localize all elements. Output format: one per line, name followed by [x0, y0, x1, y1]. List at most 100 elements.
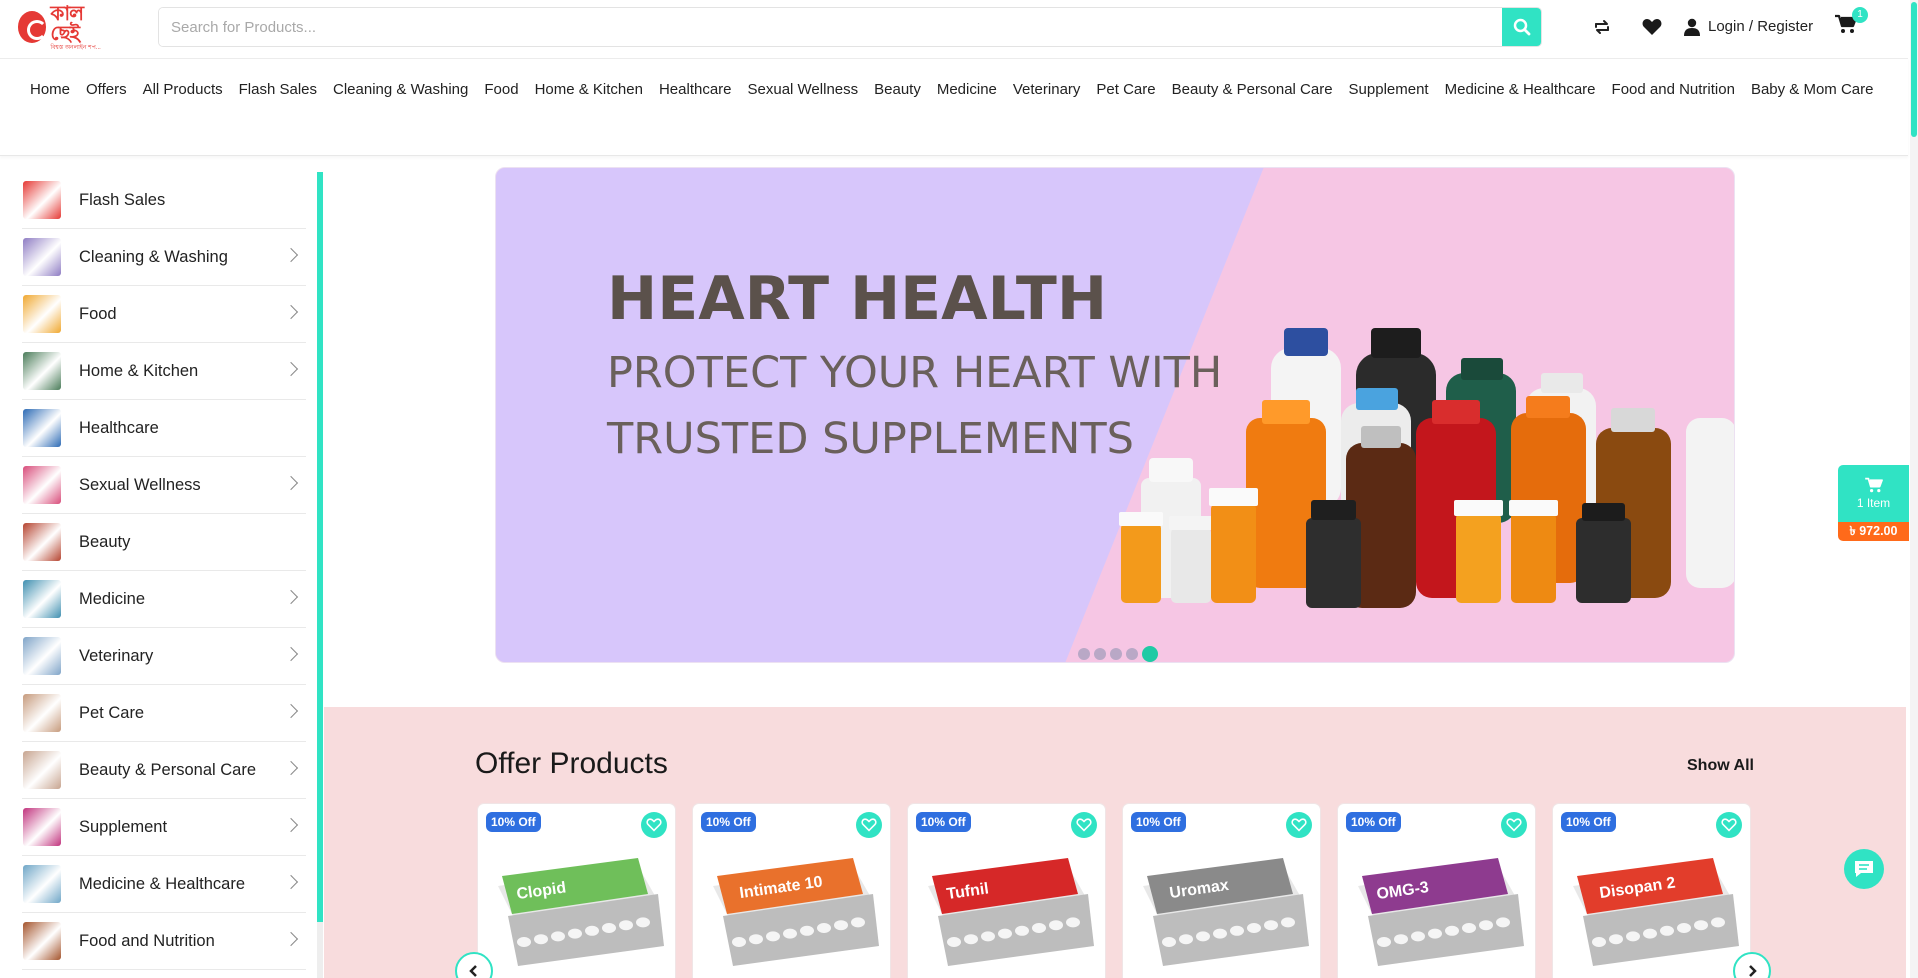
product-card[interactable]: Uromax 10% Off — [1122, 803, 1321, 978]
chevron-right-icon — [283, 247, 299, 263]
header-actions: Login / Register 1 — [1590, 7, 1869, 39]
chevron-right-icon — [283, 361, 299, 377]
login-register-label: Login / Register — [1708, 18, 1814, 35]
hero-banner[interactable]: HEART HEALTH PROTECT YOUR HEART WITH TRU… — [495, 167, 1735, 663]
site-logo[interactable]: কাল ছেই বিশ্বস্ত অনলাইন শপ... — [18, 3, 110, 51]
nav-item-all-products[interactable]: All Products — [135, 69, 231, 111]
sidebar-item-label: Beauty & Personal Care — [79, 760, 257, 779]
nav-item-food[interactable]: Food — [476, 69, 526, 111]
nav-item-offers[interactable]: Offers — [78, 69, 135, 111]
sidebar-item-label: Home & Kitchen — [79, 361, 199, 380]
sidebar-item-beauty[interactable]: Beauty — [22, 514, 306, 571]
sidebar-item-healthcare[interactable]: Healthcare — [22, 400, 306, 457]
banner-slide-dots — [1078, 646, 1158, 662]
sidebar-item-pet-care[interactable]: Pet Care — [22, 685, 306, 742]
nav-item-home[interactable]: Home — [22, 69, 78, 111]
category-thumbnail-image — [23, 352, 61, 390]
floating-cart-items: 1 Item — [1856, 496, 1891, 510]
add-to-wishlist-button[interactable] — [1501, 812, 1527, 838]
chat-button[interactable] — [1844, 849, 1884, 889]
wishlist-heart-icon[interactable] — [1640, 15, 1664, 39]
cart-count-badge: 1 — [1852, 7, 1869, 23]
sidebar-item-label: Veterinary — [79, 646, 154, 665]
heart-outline-icon — [1291, 818, 1307, 832]
nav-item-beauty[interactable]: Beauty — [866, 69, 929, 111]
add-to-wishlist-button[interactable] — [641, 812, 667, 838]
compare-icon[interactable] — [1590, 15, 1614, 39]
sidebar-item-label: Cleaning & Washing — [79, 247, 228, 266]
product-card[interactable]: Intimate 10 10% Off — [692, 803, 891, 978]
nav-item-home-and-kitchen[interactable]: Home & Kitchen — [527, 69, 651, 111]
category-thumbnail-image — [23, 523, 61, 561]
login-register-link[interactable]: Login / Register — [1684, 18, 1813, 36]
sidebar-item-cleaning-and-washing[interactable]: Cleaning & Washing — [22, 229, 306, 286]
product-card[interactable]: OMG-3 10% Off — [1337, 803, 1536, 978]
carousel-next-button[interactable] — [1733, 952, 1771, 978]
search-button[interactable] — [1502, 8, 1541, 46]
sidebar-item-sexual-wellness[interactable]: Sexual Wellness — [22, 457, 306, 514]
page-scrollbar[interactable] — [1910, 0, 1918, 978]
nav-item-healthcare[interactable]: Healthcare — [651, 69, 740, 111]
sidebar-scrollbar[interactable] — [317, 172, 323, 978]
sidebar-item-home-and-kitchen[interactable]: Home & Kitchen — [22, 343, 306, 400]
product-image: OMG-3 — [1358, 858, 1524, 966]
banner-title: HEART HEALTH — [607, 264, 1108, 334]
sidebar-item-beauty-and-personal-care[interactable]: Beauty & Personal Care — [22, 742, 306, 799]
nav-item-beauty-and-personal-care[interactable]: Beauty & Personal Care — [1164, 69, 1341, 111]
product-image: Uromax — [1143, 858, 1309, 966]
heart-outline-icon — [1506, 818, 1522, 832]
nav-item-flash-sales[interactable]: Flash Sales — [231, 69, 325, 111]
nav-item-medicine[interactable]: Medicine — [929, 69, 1005, 111]
sidebar-item-veterinary[interactable]: Veterinary — [22, 628, 306, 685]
search-icon — [1513, 18, 1530, 36]
chevron-left-icon — [469, 965, 477, 977]
category-thumbnail-image — [23, 466, 61, 504]
sidebar-item-medicine-and-healthcare[interactable]: Medicine & Healthcare — [22, 856, 306, 913]
heart-outline-icon — [861, 818, 877, 832]
nav-item-medicine-and-healthcare[interactable]: Medicine & Healthcare — [1437, 69, 1604, 111]
nav-item-sexual-wellness[interactable]: Sexual Wellness — [740, 69, 867, 111]
top-header: কাল ছেই বিশ্বস্ত অনলাইন শপ... Login / Re… — [0, 0, 1918, 58]
product-card[interactable]: Disopan 2 10% Off — [1552, 803, 1751, 978]
sidebar-item-label: Beauty — [79, 532, 131, 551]
banner-dot[interactable] — [1094, 648, 1106, 660]
discount-badge: 10% Off — [1346, 812, 1401, 832]
header-cart-button[interactable]: 1 — [1835, 7, 1869, 39]
banner-dot[interactable] — [1078, 648, 1090, 660]
sidebar-item-medicine[interactable]: Medicine — [22, 571, 306, 628]
product-card[interactable]: Tufnil 10% Off — [907, 803, 1106, 978]
sidebar-item-food[interactable]: Food — [22, 286, 306, 343]
offer-products-carousel: Clopid 10% Off Intimate 10 10% Off Tufnil 10%… — [477, 803, 1751, 978]
banner-dot[interactable] — [1110, 648, 1122, 660]
nav-item-food-and-nutrition[interactable]: Food and Nutrition — [1604, 69, 1743, 111]
search-input[interactable] — [159, 8, 1502, 46]
sidebar-item-supplement[interactable]: Supplement — [22, 799, 306, 856]
sidebar-item-flash-sales[interactable]: Flash Sales — [22, 172, 306, 229]
nav-item-veterinary[interactable]: Veterinary — [1005, 69, 1089, 111]
nav-item-pet-care[interactable]: Pet Care — [1088, 69, 1163, 111]
chevron-right-icon — [283, 931, 299, 947]
add-to-wishlist-button[interactable] — [1716, 812, 1742, 838]
chevron-right-icon — [283, 760, 299, 776]
offer-products-section: Offer Products Show All Clopid 10% Off Int… — [324, 707, 1906, 978]
floating-cart-widget[interactable]: 1 Item ৳ 972.00 — [1838, 465, 1909, 541]
nav-item-supplement[interactable]: Supplement — [1341, 69, 1437, 111]
category-thumbnail-image — [23, 295, 61, 333]
category-thumbnail-image — [23, 181, 61, 219]
sidebar-item-label: Food and Nutrition — [79, 931, 215, 950]
user-icon — [1684, 18, 1700, 36]
product-image: Intimate 10 — [713, 858, 879, 966]
sidebar-item-label: Medicine & Healthcare — [79, 874, 245, 893]
sidebar-item-food-and-nutrition[interactable]: Food and Nutrition — [22, 913, 306, 970]
product-card[interactable]: Clopid 10% Off — [477, 803, 676, 978]
category-nav: Home Offers All Products Flash Sales Cleanin… — [0, 58, 1908, 156]
banner-dot[interactable] — [1142, 646, 1158, 662]
add-to-wishlist-button[interactable] — [1071, 812, 1097, 838]
heart-outline-icon — [1721, 818, 1737, 832]
banner-dot[interactable] — [1126, 648, 1138, 660]
nav-item-baby-and-mom-care[interactable]: Baby & Mom Care — [1743, 69, 1882, 111]
show-all-link[interactable]: Show All — [1687, 757, 1754, 775]
add-to-wishlist-button[interactable] — [856, 812, 882, 838]
nav-item-cleaning-and-washing[interactable]: Cleaning & Washing — [325, 69, 476, 111]
add-to-wishlist-button[interactable] — [1286, 812, 1312, 838]
